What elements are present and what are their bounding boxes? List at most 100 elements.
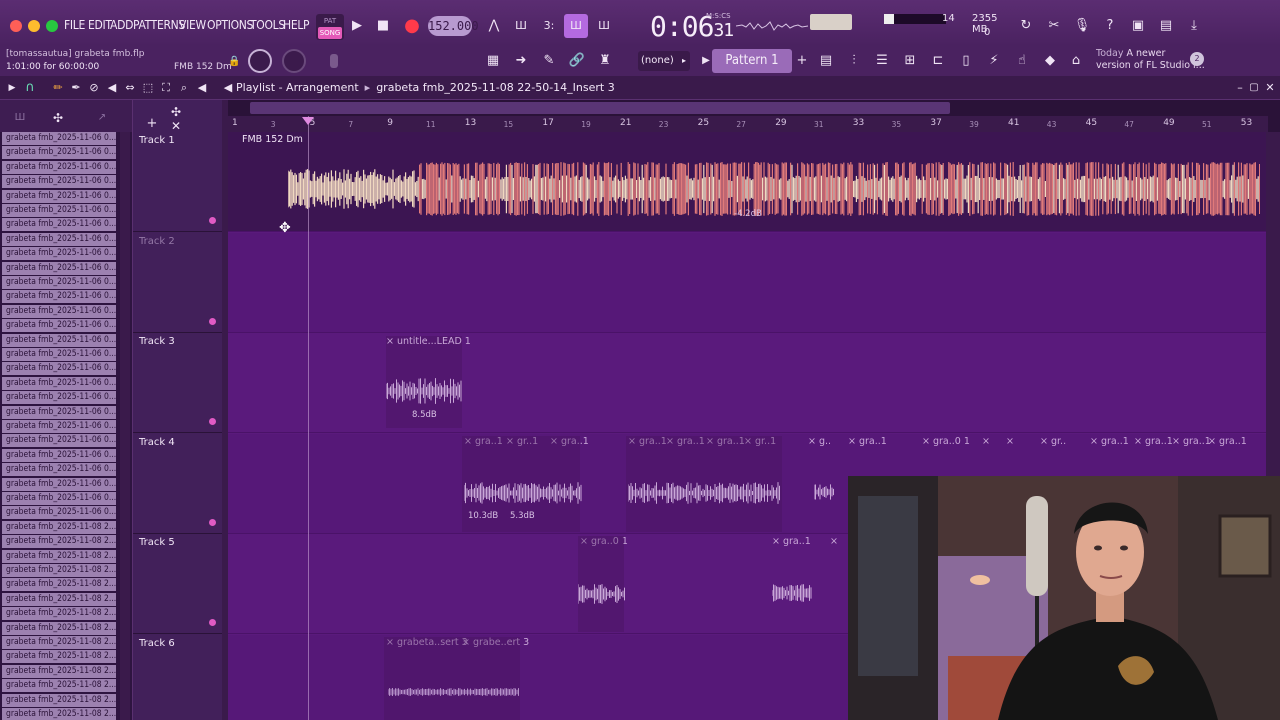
browser-item[interactable]: grabeta fmb_2025-11-06 0... (2, 189, 116, 203)
track-enable-toggle[interactable] (209, 317, 216, 325)
menu-add[interactable]: ADD (110, 18, 133, 32)
browser-item[interactable]: grabeta fmb_2025-11-06 0... (2, 204, 116, 217)
menu-help[interactable]: HELP (283, 18, 310, 32)
browser-item[interactable]: grabeta fmb_2025-11-06 0... (2, 319, 116, 333)
metronome-icon[interactable]: ⋀ (482, 14, 506, 38)
channel-selector[interactable]: (none) ▸ (638, 51, 690, 71)
minimize-window-button[interactable] (28, 20, 40, 32)
add-pattern-icon[interactable]: + (790, 49, 814, 73)
touch-icon[interactable]: ☝ (1010, 49, 1034, 73)
track-enable-toggle[interactable] (209, 518, 216, 526)
menu-file[interactable]: FILE (64, 18, 85, 32)
track-header[interactable]: Track 4 (133, 434, 223, 534)
browser-item[interactable]: grabeta fmb_2025-11-06 0... (2, 376, 116, 390)
menu-edit[interactable]: EDIT (88, 18, 112, 32)
browser-scrollbar[interactable] (120, 132, 130, 720)
clip-label[interactable]: × gra..0 1 (922, 436, 970, 447)
magnet-icon[interactable]: ∩ (18, 76, 42, 100)
track-lane[interactable] (228, 232, 1268, 333)
browser-item[interactable]: grabeta fmb_2025-11-06 0... (2, 218, 116, 232)
browser-item[interactable]: grabeta fmb_2025-11-06 0... (2, 405, 116, 419)
clip-label[interactable]: × gra..1 (772, 536, 811, 547)
piano-roll-icon[interactable]: ▦ (481, 49, 505, 73)
browser-icon[interactable]: ⊞ (898, 49, 922, 73)
browser-item[interactable]: grabeta fmb_2025-11-08 2... (2, 650, 116, 664)
record-icon[interactable]: ● (400, 14, 424, 38)
browser-item[interactable]: grabeta fmb_2025-11-06 0... (2, 276, 116, 289)
browser-item[interactable]: grabeta fmb_2025-11-06 0... (2, 333, 116, 347)
loop-record-icon[interactable]: Ш (592, 14, 616, 38)
master-pitch-knob[interactable] (282, 49, 306, 73)
browser-item[interactable]: grabeta fmb_2025-11-06 0... (2, 362, 116, 376)
file-icon[interactable]: ▯ (954, 49, 978, 73)
menu-options[interactable]: OPTIONS (207, 18, 253, 32)
timeline-ruler[interactable]: 1 5 9 13 17 21 25 29 33 37 41 45 49 53 3 7 11 15 19 23 27 31 3… (228, 116, 1268, 132)
track-header[interactable]: Track 6 (133, 635, 223, 720)
browser-item[interactable]: grabeta fmb_2025-11-06 0... (2, 448, 116, 462)
menu-patterns[interactable]: PATTERNS (133, 18, 185, 32)
news-panel[interactable]: Today A newer version of FL Studio i... (1096, 48, 1205, 72)
browser-item[interactable]: grabeta fmb_2025-11-08 2... (2, 592, 116, 606)
cart-icon[interactable]: ⌂ (1064, 49, 1088, 73)
track-header[interactable]: Track 2 (133, 233, 223, 333)
stop-icon[interactable]: ■ (371, 14, 395, 38)
clip-label[interactable]: × (1006, 436, 1014, 447)
browser-item[interactable]: grabeta fmb_2025-11-06 0... (2, 132, 116, 145)
stamp-icon[interactable]: ♜ (593, 49, 617, 73)
close-panel-icon[interactable]: ✕ (1258, 76, 1280, 100)
render-icon[interactable]: ▤ (1154, 14, 1178, 38)
export-icon[interactable]: ⤓ (1182, 14, 1206, 38)
browser-item[interactable]: grabeta fmb_2025-11-08 2... (2, 693, 116, 707)
remove-track-icon[interactable]: ✕ (164, 114, 188, 138)
playlist-icon[interactable]: ▤ (814, 49, 838, 73)
browser-item[interactable]: grabeta fmb_2025-11-08 2... (2, 679, 116, 693)
track-header[interactable]: Track 3 (133, 333, 223, 433)
browser-item[interactable]: grabeta fmb_2025-11-06 0... (2, 420, 116, 433)
play-icon[interactable]: ▶ (345, 14, 369, 38)
browser-item[interactable]: grabeta fmb_2025-11-06 0... (2, 247, 116, 261)
track-enable-toggle[interactable] (209, 619, 216, 626)
playhead-marker[interactable] (302, 117, 314, 125)
browser-item[interactable]: grabeta fmb_2025-11-06 0... (2, 492, 116, 505)
cut-tool-icon[interactable]: ✂ (1042, 14, 1066, 38)
browser-item[interactable]: grabeta fmb_2025-11-08 2... (2, 664, 116, 678)
plugin-picker-icon[interactable]: ✎ (537, 49, 561, 73)
clip-label[interactable]: × (982, 436, 990, 447)
browser-item[interactable]: grabeta fmb_2025-11-08 2... (2, 535, 116, 549)
pat-song-toggle[interactable]: PAT SONG (316, 14, 344, 40)
browser-item[interactable]: grabeta fmb_2025-11-06 0... (2, 463, 116, 477)
browser-item[interactable]: grabeta fmb_2025-11-06 0... (2, 146, 116, 160)
microphone-icon[interactable]: 🎙 (1070, 14, 1094, 38)
browser-tab-link-icon[interactable]: ↗ (90, 106, 114, 130)
tempo-display[interactable]: 152.000 (428, 16, 479, 36)
clip-label[interactable]: × gra..1 (848, 436, 887, 447)
undo-icon[interactable]: ↻ (1014, 14, 1038, 38)
wait-input-icon[interactable]: Ш (509, 14, 533, 38)
browser-item[interactable]: grabeta fmb_2025-11-06 0... (2, 232, 116, 246)
audio-clip[interactable] (384, 637, 520, 720)
browser-item[interactable]: grabeta fmb_2025-11-06 0... (2, 477, 116, 491)
browser-item[interactable]: grabeta fmb_2025-11-08 2... (2, 708, 116, 720)
menu-view[interactable]: VIEW (179, 18, 206, 32)
track-enable-toggle[interactable] (209, 217, 216, 224)
browser-tab-snap-icon[interactable]: ✣ (46, 106, 70, 130)
menu-tools[interactable]: TOOLS (250, 18, 285, 32)
plug-icon[interactable]: ⚡ (982, 49, 1006, 73)
browser-item[interactable]: grabeta fmb_2025-11-06 0... (2, 304, 116, 318)
browser-item[interactable]: grabeta fmb_2025-11-06 0... (2, 434, 116, 448)
clip-label[interactable]: × gra..1 (1134, 436, 1173, 447)
playback-tool-icon[interactable]: ◀ (190, 76, 214, 100)
clip-label[interactable]: × g.. (808, 436, 831, 447)
help-icon[interactable]: ? (1098, 14, 1122, 38)
channel-rack-icon[interactable]: ⫶ (842, 49, 866, 73)
clip-label[interactable]: × gra..1 (1172, 436, 1211, 447)
fish-icon[interactable]: ◆ (1038, 49, 1062, 73)
arrow-tool-icon[interactable]: ➜ (509, 49, 533, 73)
close-window-button[interactable] (10, 20, 22, 32)
browser-item[interactable]: grabeta fmb_2025-11-08 2... (2, 578, 116, 592)
playlist-horizontal-scrollbar[interactable] (250, 102, 950, 114)
browser-item[interactable]: grabeta fmb_2025-11-08 2... (2, 549, 116, 563)
browser-item[interactable]: grabeta fmb_2025-11-08 2... (2, 621, 116, 635)
track-header[interactable]: Track 5 (133, 534, 223, 634)
maximize-window-button[interactable] (46, 20, 58, 32)
